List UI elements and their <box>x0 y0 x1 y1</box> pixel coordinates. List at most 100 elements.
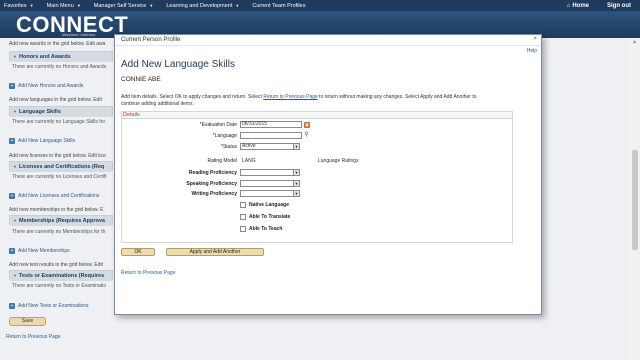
home-link[interactable]: ⌂ Home <box>558 3 598 9</box>
add-mem-link[interactable]: + Add New Memberships <box>9 248 70 254</box>
collapse-triangle-icon: ▼ <box>13 273 17 278</box>
add-lic-link[interactable]: + Add New Licenses and Certifications <box>9 193 99 199</box>
test-intro: Add new test results in the grid below. … <box>9 262 103 268</box>
modal-title-bar[interactable]: Current Person Profile × <box>115 35 541 46</box>
status-select[interactable]: Active ▼ <box>240 143 300 150</box>
nav-current-team-profiles[interactable]: Current Team Profiles <box>248 3 314 9</box>
rating-model-desc: Language Ratings <box>318 158 359 164</box>
instructions-part-1: Add item details. Select OK to apply cha… <box>121 94 264 100</box>
nav-learning-development[interactable]: Learning and Development ▼ <box>162 3 248 9</box>
instructions-return-link[interactable]: Return to Previous Page <box>263 94 317 100</box>
lic-empty: There are currently no Licenses and Cert… <box>12 174 107 180</box>
scroll-up-icon[interactable]: ▲ <box>632 39 637 45</box>
add-lic-label: Add New Licenses and Certifications <box>18 193 100 199</box>
rating-model-label: Rating Model <box>207 158 237 164</box>
awards-empty: There are currently no Honors and Awards <box>12 64 107 70</box>
details-panel: Details *Evaluation Date 08/31/2015 ▦ *L… <box>121 111 513 243</box>
collapse-triangle-icon: ▼ <box>13 164 17 169</box>
mem-section: ▼ Memberships (Requires Approva <box>9 215 113 226</box>
nav-favorites[interactable]: Favorites ▼ <box>0 3 43 9</box>
nav-main-menu[interactable]: Main Menu ▼ <box>43 3 90 9</box>
sign-out-link[interactable]: Sign out <box>598 3 640 9</box>
add-test-link[interactable]: + Add New Tests or Examinations <box>9 303 89 309</box>
add-mem-label: Add New Memberships <box>18 248 70 254</box>
chevron-down-icon: ▼ <box>149 3 154 8</box>
apply-and-add-another-button[interactable]: Apply and Add Another <box>166 248 264 256</box>
test-header-label: Tests or Examinations (Requires <box>19 273 105 279</box>
nav-main-menu-label: Main Menu <box>46 2 74 9</box>
lic-header-label: Licenses and Certifications (Req <box>19 164 105 170</box>
reading-label-text: Reading Proficiency <box>188 170 237 176</box>
lic-section-header[interactable]: ▼ Licenses and Certifications (Req <box>10 162 112 172</box>
native-language-checkbox[interactable] <box>240 202 246 208</box>
chevron-down-icon: ▼ <box>235 3 240 8</box>
add-lang-link[interactable]: + Add New Language Skills <box>9 138 75 144</box>
ok-button[interactable]: OK <box>121 248 155 256</box>
test-empty: There are currently no Tests or Examinat… <box>12 283 107 289</box>
scroll-thumb[interactable] <box>632 150 638 250</box>
language-input[interactable] <box>240 132 302 139</box>
page-title: Add New Language Skills <box>121 59 235 70</box>
lang-header-label: Language Skills <box>19 109 61 115</box>
nav-manager-self-service[interactable]: Manager Self Service ▼ <box>90 3 163 9</box>
lang-intro: Add new languages in the grid below. Edi… <box>9 97 102 103</box>
nav-learning-development-label: Learning and Development <box>166 2 233 9</box>
lang-section-header[interactable]: ▼ Language Skills <box>10 107 112 117</box>
home-icon: ⌂ <box>566 2 571 9</box>
awards-intro: Add new awards in the grid below. Edit a… <box>9 41 106 47</box>
test-section-header[interactable]: ▼ Tests or Examinations (Requires <box>10 271 112 281</box>
able-to-teach-label: Able To Teach <box>249 226 283 232</box>
plus-icon: + <box>9 138 15 144</box>
plus-icon: + <box>9 83 15 89</box>
nav-current-team-profiles-label: Current Team Profiles <box>252 2 306 9</box>
chevron-down-icon: ▼ <box>293 191 299 196</box>
lic-intro: Add new licenses in the grid below. Edit… <box>9 153 106 159</box>
add-lang-label: Add New Language Skills <box>18 138 75 144</box>
mem-empty: There are currently no Memberships for t… <box>12 229 106 235</box>
able-to-translate-checkbox[interactable] <box>240 214 246 220</box>
reading-select[interactable]: ▼ <box>240 169 300 176</box>
bg-return-link[interactable]: Return to Previous Page <box>6 334 60 340</box>
awards-section: ▼ Honors and Awards <box>9 51 113 62</box>
collapse-triangle-icon: ▼ <box>13 218 17 223</box>
language-label: *Language <box>212 133 237 139</box>
language-skills-modal: Current Person Profile × Help Add New La… <box>114 34 542 315</box>
test-section: ▼ Tests or Examinations (Requires <box>9 270 113 281</box>
awards-section-header[interactable]: ▼ Honors and Awards <box>10 52 112 62</box>
save-button[interactable]: Save <box>9 317 46 326</box>
speaking-label: Speaking Proficiency <box>162 181 237 187</box>
plus-icon: + <box>9 303 15 309</box>
writing-select[interactable]: ▼ <box>240 190 300 197</box>
logo-subtitle: Maryland Judiciary <box>62 32 96 37</box>
details-header: Details <box>122 112 512 119</box>
speaking-select[interactable]: ▼ <box>240 180 300 187</box>
rating-model-value: LANG <box>242 158 256 164</box>
add-awards-link[interactable]: + Add New Honors and Awards <box>9 83 83 89</box>
nav-favorites-label: Favorites <box>4 2 27 9</box>
add-test-label: Add New Tests or Examinations <box>18 303 89 309</box>
collapse-triangle-icon: ▼ <box>13 109 17 114</box>
status-label: *Status <box>220 144 237 150</box>
return-to-previous-page-link[interactable]: Return to Previous Page <box>121 270 175 276</box>
writing-label: Writing Proficiency <box>162 191 237 197</box>
lang-section: ▼ Language Skills <box>9 106 113 117</box>
calendar-icon[interactable]: ▦ <box>304 122 310 128</box>
chevron-down-icon: ▼ <box>76 3 81 8</box>
chevron-down-icon: ▼ <box>29 3 34 8</box>
modal-title: Current Person Profile <box>121 37 181 43</box>
lic-section: ▼ Licenses and Certifications (Req <box>9 161 113 172</box>
able-to-teach-checkbox[interactable] <box>240 226 246 232</box>
help-link[interactable]: Help <box>527 48 537 54</box>
close-icon[interactable]: × <box>533 36 537 42</box>
mem-section-header[interactable]: ▼ Memberships (Requires Approva <box>10 216 112 226</box>
plus-icon: + <box>9 193 15 199</box>
speaking-label-text: Speaking Proficiency <box>186 181 237 187</box>
able-to-translate-label: Able To Translate <box>249 214 291 220</box>
search-icon[interactable]: ⚲ <box>303 132 310 139</box>
chevron-down-icon: ▼ <box>293 170 299 175</box>
reading-label: Reading Proficiency <box>162 170 237 176</box>
mem-intro: Add new memberships in the grid below. E <box>9 207 104 213</box>
mem-header-label: Memberships (Requires Approva <box>19 218 105 224</box>
eval-date-input[interactable]: 08/31/2015 <box>240 121 302 128</box>
writing-label-text: Writing Proficiency <box>191 191 237 197</box>
